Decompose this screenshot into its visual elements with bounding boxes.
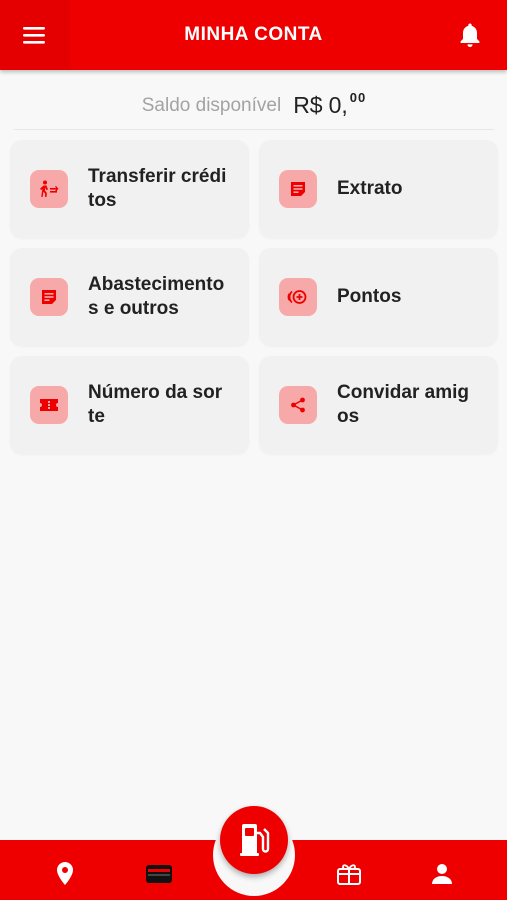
hamburger-menu-icon <box>23 27 45 44</box>
share-icon <box>279 386 317 424</box>
fuel-and-others-card[interactable]: Abastecimentos e outros <box>10 248 249 346</box>
wallet-icon <box>146 865 172 883</box>
card-label: Transferir créditos <box>88 166 227 211</box>
gift-icon <box>337 864 361 885</box>
balance-cents: 00 <box>349 90 367 105</box>
lucky-number-card[interactable]: Número da sorte <box>10 356 249 454</box>
transfer-credits-card[interactable]: Transferir créditos <box>10 140 249 238</box>
card-label: Pontos <box>337 286 402 307</box>
card-label: Abastecimentos e outros <box>88 274 225 319</box>
menu-button[interactable] <box>0 0 70 70</box>
nav-wallet[interactable] <box>141 856 177 892</box>
bell-icon <box>460 23 480 47</box>
card-label: Convidar amigos <box>337 382 469 427</box>
invite-friends-card[interactable]: Convidar amigos <box>259 356 498 454</box>
transfer-icon <box>30 170 68 208</box>
receipt-icon <box>30 278 68 316</box>
app-header: MINHA CONTA <box>0 0 507 70</box>
balance-row: Saldo disponível R$ 0, 00 <box>14 82 494 130</box>
location-pin-icon <box>57 862 73 885</box>
statement-icon <box>279 170 317 208</box>
actions-grid: Transferir créditos Extrato Abasteciment… <box>10 140 498 454</box>
page-title: MINHA CONTA <box>184 24 323 45</box>
statement-card[interactable]: Extrato <box>259 140 498 238</box>
card-label: Extrato <box>337 178 403 199</box>
nav-gifts[interactable] <box>331 856 367 892</box>
points-card[interactable]: Pontos <box>259 248 498 346</box>
person-icon <box>432 864 452 884</box>
balance-integer: 0, <box>328 92 348 118</box>
nav-profile[interactable] <box>424 856 460 892</box>
fuel-button[interactable] <box>220 806 288 874</box>
points-icon <box>279 278 317 316</box>
balance-label: Saldo disponível <box>141 94 282 116</box>
ticket-icon <box>30 386 68 424</box>
nav-location[interactable] <box>47 856 83 892</box>
card-label: Número da sorte <box>88 382 223 427</box>
fuel-pump-icon <box>240 824 270 856</box>
notifications-button[interactable] <box>445 10 495 60</box>
balance-currency: R$ <box>293 92 323 118</box>
